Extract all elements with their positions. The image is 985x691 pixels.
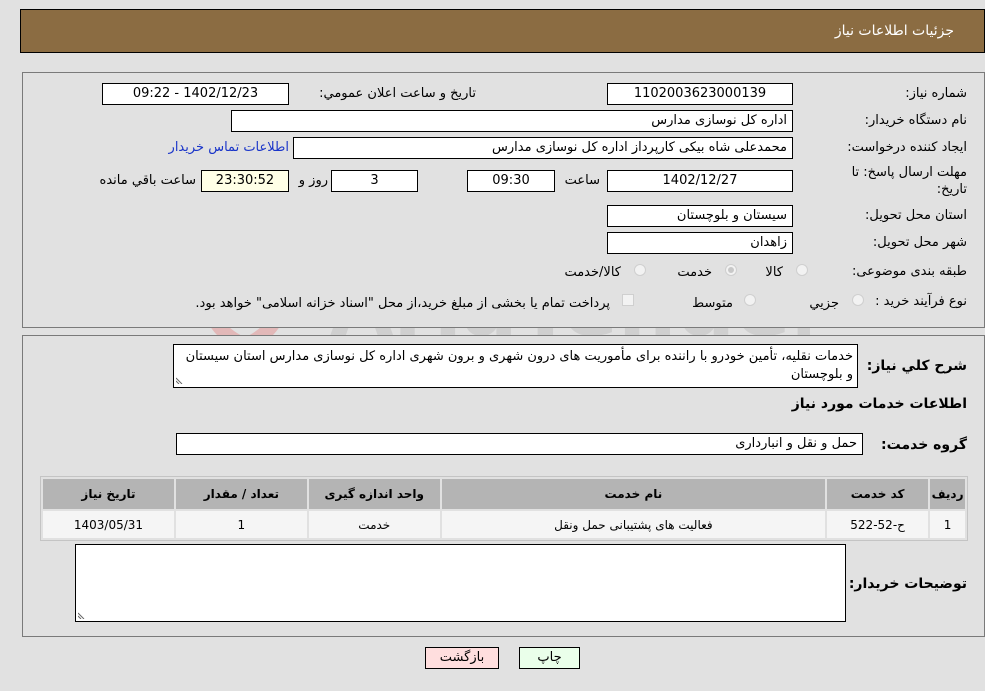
time-remaining-label: ساعت باقي مانده (99, 173, 196, 188)
category-radio-service[interactable] (725, 264, 737, 276)
purchase-radio-medium[interactable] (744, 294, 756, 306)
category-option-service: خدمت (677, 265, 712, 280)
col-row-number: ردیف (930, 479, 965, 509)
deadline-time-field: 09:30 (467, 170, 555, 192)
need-number-label: شماره نیاز: (905, 86, 967, 101)
col-unit: واحد اندازه گیری (308, 479, 440, 509)
back-button[interactable]: بازگشت (425, 647, 499, 669)
deadline-date-field: 1402/12/27 (607, 170, 793, 192)
category-option-goods-service: کالا/خدمت (564, 265, 621, 280)
requester-field: محمدعلی شاه بیکی کارپرداز اداره کل نوساز… (293, 137, 793, 159)
purchase-option-minor: جزيي (809, 296, 839, 311)
city-field: زاهدان (607, 232, 793, 254)
city-label: شهر محل تحویل: (872, 235, 967, 250)
category-radio-goods[interactable] (796, 264, 808, 276)
buyer-org-field: اداره کل نوسازی مدارس (231, 110, 793, 132)
announce-datetime-label: تاریخ و ساعت اعلان عمومي: (319, 86, 476, 101)
category-radio-goods-service[interactable] (634, 264, 646, 276)
time-remaining-field: 23:30:52 (201, 170, 289, 192)
days-remaining-field: 3 (331, 170, 418, 192)
cell-service-code: ح-52-522 (827, 511, 929, 538)
treasury-note: پرداخت تمام یا بخشی از مبلغ خرید،از محل … (195, 296, 610, 311)
col-service-code: کد خدمت (827, 479, 929, 509)
table-row: 1 ح-52-522 فعالیت های پشتیبانی حمل ونقل … (43, 511, 965, 538)
announce-datetime-field: 1402/12/23 - 09:22 (102, 83, 289, 105)
description-label: شرح کلي نیاز: (866, 358, 967, 374)
purchase-radio-minor[interactable] (852, 294, 864, 306)
col-need-date: تاریخ نیاز (43, 479, 174, 509)
cell-quantity: 1 (175, 511, 307, 538)
buyer-org-label: نام دستگاه خریدار: (864, 113, 967, 128)
resize-handle-icon[interactable] (176, 376, 184, 384)
resize-handle-icon[interactable] (78, 611, 86, 619)
buyer-contact-link[interactable]: اطلاعات تماس خریدار (169, 140, 289, 155)
purchase-option-medium: متوسط (692, 296, 733, 311)
treasury-checkbox[interactable] (622, 294, 634, 306)
cell-service-name: فعالیت های پشتیبانی حمل ونقل (441, 511, 826, 538)
province-label: استان محل تحویل: (865, 208, 967, 223)
description-textarea[interactable]: خدمات نقلیه، تأمین خودرو با راننده برای … (173, 344, 858, 388)
purchase-type-label: نوع فرآیند خرید : (875, 294, 967, 309)
cell-unit: خدمت (308, 511, 440, 538)
province-field: سیستان و بلوچستان (607, 205, 793, 227)
services-section-title: اطلاعات خدمات مورد نیاز (791, 396, 967, 412)
services-table: ردیف کد خدمت نام خدمت واحد اندازه گیری ت… (40, 476, 968, 541)
service-group-field: حمل و نقل و انبارداری (176, 433, 863, 455)
service-group-label: گروه خدمت: (881, 437, 967, 453)
col-quantity: تعداد / مقدار (175, 479, 307, 509)
description-text: خدمات نقلیه، تأمین خودرو با راننده برای … (185, 349, 853, 382)
print-button[interactable]: چاپ (519, 647, 580, 669)
days-label: روز و (298, 173, 328, 188)
need-number-field: 1102003623000139 (607, 83, 793, 105)
table-header-row: ردیف کد خدمت نام خدمت واحد اندازه گیری ت… (43, 479, 965, 509)
cell-row-number: 1 (930, 511, 965, 538)
page-header: جزئیات اطلاعات نیاز (20, 9, 985, 53)
buyer-notes-textarea[interactable] (75, 544, 846, 622)
buyer-notes-label: توضیحات خریدار: (848, 576, 967, 592)
deadline-time-label: ساعت (564, 173, 600, 188)
deadline-label: مهلت ارسال پاسخ: تا تاریخ: (851, 165, 967, 197)
col-service-name: نام خدمت (441, 479, 826, 509)
page-title: جزئیات اطلاعات نیاز (834, 23, 954, 39)
category-option-goods: کالا (765, 265, 783, 280)
category-label: طبقه بندی موضوعی: (851, 264, 967, 279)
requester-label: ایجاد کننده درخواست: (847, 140, 967, 155)
cell-need-date: 1403/05/31 (43, 511, 174, 538)
